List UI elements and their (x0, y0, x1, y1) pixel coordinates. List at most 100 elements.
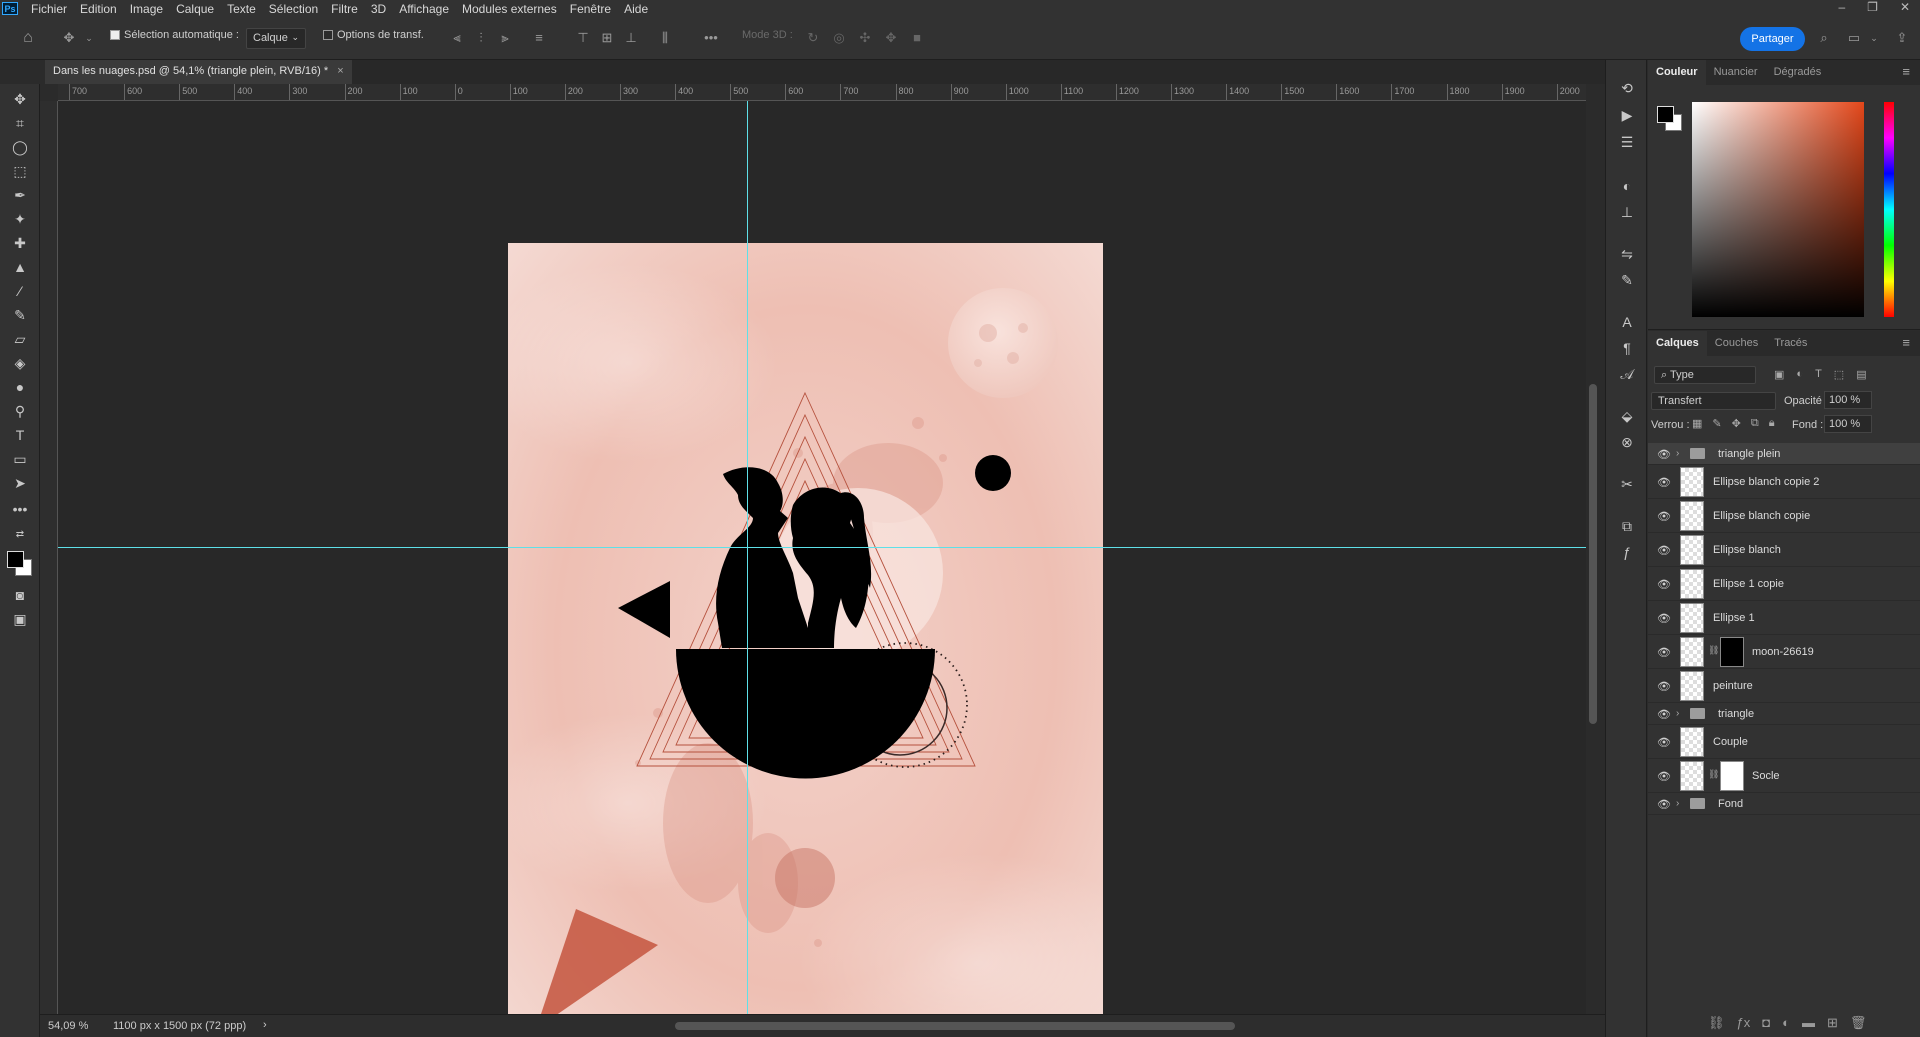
share-button[interactable]: Partager (1740, 27, 1805, 51)
eye-icon[interactable]: 👁︎ (1657, 646, 1671, 659)
blur-tool-icon[interactable]: ● (9, 376, 31, 398)
link-icon[interactable]: ⛓ (1708, 645, 1719, 656)
menu-filtre[interactable]: Filtre (331, 2, 358, 16)
layer-row[interactable]: 👁︎ Couple (1648, 725, 1920, 759)
transform-option[interactable]: Options de transf. (323, 29, 424, 41)
eye-icon[interactable]: 👁︎ (1657, 612, 1671, 625)
eye-icon[interactable]: 👁︎ (1657, 680, 1671, 693)
fill-field[interactable]: 100 % (1824, 415, 1872, 433)
type-tool-icon[interactable]: T (9, 424, 31, 446)
horizontal-scroll-thumb[interactable] (675, 1022, 1235, 1030)
link-icon[interactable]: ⛓ (1708, 769, 1719, 780)
align-left-icon[interactable]: ⫷ (448, 29, 466, 47)
link-layers-icon[interactable]: ⛓ (1708, 1015, 1725, 1031)
tab-couleur[interactable]: Couleur (1648, 60, 1706, 85)
new-layer-icon[interactable]: ⊞ (1827, 1015, 1838, 1031)
paint-bucket-icon[interactable]: ◈ (9, 352, 31, 374)
lock-all-icon[interactable]: 🔒︎ (1769, 417, 1775, 430)
menu-aide[interactable]: Aide (624, 2, 648, 16)
tab-nuancier[interactable]: Nuancier (1706, 60, 1766, 85)
lock-position-icon[interactable]: ✥ (1732, 417, 1741, 430)
hue-slider[interactable] (1884, 102, 1894, 317)
layer-row[interactable]: 👁︎ › triangle (1648, 703, 1920, 725)
new-group-icon[interactable]: ▬ (1802, 1015, 1815, 1031)
menu-fichier[interactable]: Fichier (31, 2, 67, 16)
crop-tool-icon[interactable]: ⌗ (9, 112, 31, 134)
more-tools-icon[interactable]: ••• (9, 498, 31, 520)
dodge-tool-icon[interactable]: ⚲ (9, 400, 31, 422)
auto-select-checkbox[interactable] (110, 30, 120, 41)
chevron-down-icon[interactable]: ⌄ (1865, 29, 1883, 47)
layer-mask-thumbnail[interactable] (1720, 761, 1744, 791)
menu-affichage[interactable]: Affichage (399, 2, 449, 16)
paragraph-icon[interactable]: ¶ (1616, 338, 1638, 358)
actions-play-icon[interactable]: ▶ (1616, 105, 1638, 125)
restore-button[interactable]: ❐ (1867, 0, 1878, 14)
menu-edition[interactable]: Edition (80, 2, 117, 16)
rotate-3d-icon[interactable]: ↻ (804, 29, 822, 47)
layer-row[interactable]: 👁︎ › Fond (1648, 793, 1920, 815)
transform-checkbox[interactable] (323, 30, 333, 41)
chevron-right-icon[interactable]: › (1676, 708, 1679, 719)
color-picker-field[interactable] (1692, 102, 1864, 317)
auto-select-option[interactable]: Sélection automatique : (110, 29, 239, 41)
eye-icon[interactable]: 👁︎ (1657, 476, 1671, 489)
align-bottom-icon[interactable]: ⊥ (622, 29, 640, 47)
swap-colors-icon[interactable]: ⇄ (9, 524, 31, 546)
tab-couches[interactable]: Couches (1707, 331, 1766, 356)
move-tool-icon[interactable]: ✥ (9, 88, 31, 110)
chevron-right-icon[interactable]: › (1676, 448, 1679, 459)
status-menu-arrow[interactable]: › (263, 1019, 267, 1031)
lasso-tool-icon[interactable]: ◯ (9, 136, 31, 158)
smart-object-filter-icon[interactable]: ▤ (1856, 368, 1866, 381)
document-tab[interactable]: Dans les nuages.psd @ 54,1% (triangle pl… (45, 60, 352, 84)
layer-filter-dropdown[interactable]: ⌕ Type (1654, 366, 1756, 384)
eraser-tool-icon[interactable]: ▱ (9, 328, 31, 350)
brushes-icon[interactable]: ✎ (1616, 270, 1638, 290)
auto-select-dropdown[interactable]: Calque ⌄ (246, 28, 306, 49)
add-mask-icon[interactable]: ◘ (1762, 1015, 1770, 1031)
chevron-down-icon[interactable]: ⌄ (80, 29, 98, 47)
close-window-button[interactable]: ✕ (1900, 0, 1910, 14)
document-canvas[interactable] (508, 243, 1103, 1014)
menu-selection[interactable]: Sélection (269, 2, 318, 16)
tab-degrades[interactable]: Dégradés (1766, 60, 1830, 85)
layer-row[interactable]: 👁︎ ⛓ Socle (1648, 759, 1920, 793)
menu-calque[interactable]: Calque (176, 2, 214, 16)
align-middle-icon[interactable]: ⊞ (598, 29, 616, 47)
align-top-icon[interactable]: ⊤ (574, 29, 592, 47)
tab-calques[interactable]: Calques (1648, 331, 1707, 356)
home-icon[interactable]: ⌂ (19, 29, 37, 47)
align-center-icon[interactable]: ⫶ (472, 29, 490, 47)
roll-3d-icon[interactable]: ◎ (830, 29, 848, 47)
horizontal-guide[interactable] (58, 547, 1586, 548)
search-icon[interactable]: ⌕ (1815, 29, 1833, 47)
menu-3d[interactable]: 3D (371, 2, 386, 16)
styles-fx-icon[interactable]: ƒ (1616, 542, 1638, 562)
type-filter-icon[interactable]: T (1815, 368, 1822, 381)
workspace-icon[interactable]: ▭ (1845, 29, 1863, 47)
close-tab-icon[interactable]: × (337, 65, 343, 77)
pen-tool-icon[interactable]: ✒ (9, 184, 31, 206)
eye-icon[interactable]: 👁︎ (1657, 578, 1671, 591)
slide-3d-icon[interactable]: ✥ (882, 29, 900, 47)
adjustments-icon[interactable]: ☰ (1616, 132, 1638, 152)
adjustment-filter-icon[interactable]: ◐ (1796, 368, 1803, 381)
artboards-icon[interactable]: ⧉ (1616, 516, 1638, 536)
layer-row[interactable]: 👁︎ Ellipse 1 (1648, 601, 1920, 635)
magic-wand-icon[interactable]: ✦ (9, 208, 31, 230)
tab-traces[interactable]: Tracés (1766, 331, 1815, 356)
shape-filter-icon[interactable]: ⬚ (1834, 368, 1844, 381)
layer-row[interactable]: 👁︎ Ellipse blanch copie (1648, 499, 1920, 533)
canvas-area[interactable] (58, 101, 1586, 1014)
menu-texte[interactable]: Texte (227, 2, 256, 16)
history-icon[interactable]: ⟲ (1616, 78, 1638, 98)
share-export-icon[interactable]: ⇪ (1893, 29, 1911, 47)
layer-row[interactable]: 👁︎ Ellipse 1 copie (1648, 567, 1920, 601)
brush-tool-icon[interactable]: ✎ (9, 304, 31, 326)
zoom-level[interactable]: 54,09 % (48, 1020, 88, 1032)
vertical-scrollbar[interactable] (1586, 84, 1600, 1014)
vertical-guide[interactable] (747, 101, 748, 1014)
eye-icon[interactable]: 👁︎ (1657, 448, 1671, 461)
eye-icon[interactable]: 👁︎ (1657, 708, 1671, 721)
